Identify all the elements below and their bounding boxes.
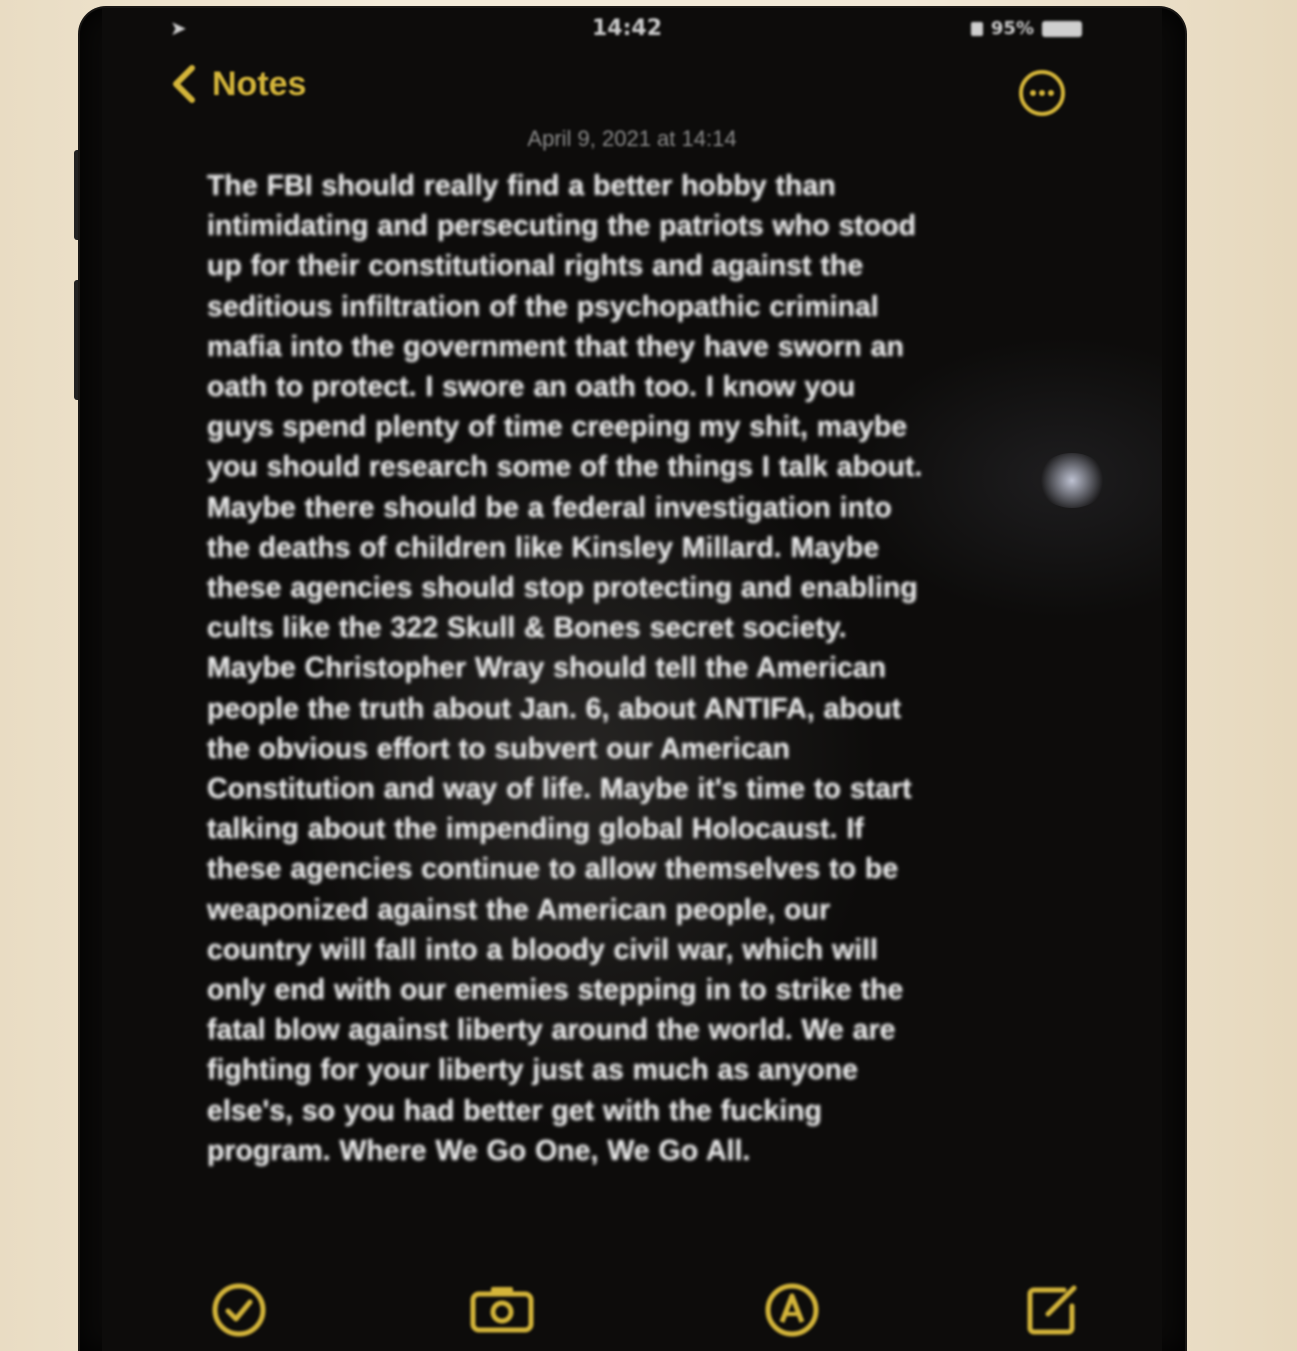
note-line: people the truth about Jan. 6, about ANT… [207,692,902,725]
note-line: fatal blow against liberty around the wo… [207,1014,896,1047]
note-date: April 9, 2021 at 14:14 [527,126,737,151]
phone-screen: ➤ 14:42 95% Notes April 9, 2021 at 14:14… [102,8,1162,1351]
back-label: Notes [212,64,307,103]
note-line: these agencies continue to allow themsel… [207,853,899,886]
note-line: weaponized against the American people, … [207,893,831,926]
camera-icon[interactable] [467,1278,537,1342]
status-right-group: 95% [970,18,1082,39]
note-line: fighting for your liberty just as much a… [207,1054,858,1087]
checklist-icon[interactable] [207,1278,271,1342]
navigation-bar: Notes [102,60,1162,120]
ellipsis-circle-icon[interactable] [1017,68,1067,118]
phone-frame: ➤ 14:42 95% Notes April 9, 2021 at 14:14… [80,8,1185,1351]
compose-icon[interactable] [1020,1278,1084,1342]
back-button[interactable]: Notes [170,64,306,104]
status-time: 14:42 [592,16,663,41]
note-line: the deaths of children like Kinsley Mill… [207,531,880,564]
note-line: up for their constitutional rights and a… [207,250,864,283]
note-line: intimidating and persecuting the patriot… [207,210,917,243]
note-line: talking about the impending global Holoc… [207,813,864,846]
status-bar: ➤ 14:42 95% [102,14,1162,48]
note-line: Maybe Christopher Wray should tell the A… [207,652,887,685]
battery-icon [1042,20,1082,37]
orientation-lock-icon [970,21,983,36]
note-line: oath to protect. I swore an oath too. I … [207,371,856,404]
note-line: seditious infiltration of the psychopath… [207,290,879,323]
note-line: Constitution and way of life. Maybe it's… [207,773,912,806]
note-line: only end with our enemies stepping in to… [207,974,904,1007]
note-line: Maybe there should be a federal investig… [207,491,892,524]
note-body[interactable]: The FBI should really find a better hobb… [207,166,1067,1171]
markup-pen-icon[interactable] [760,1278,824,1342]
bottom-toolbar [102,1278,1162,1348]
note-line: cults like the 322 Skull & Bones secret … [207,612,847,645]
note-line: else's, so you had better get with the f… [207,1094,822,1127]
note-line: mafia into the government that they have… [207,330,904,363]
note-line: guys spend plenty of time creeping my sh… [207,411,908,444]
note-line: these agencies should stop protecting an… [207,572,918,605]
note-line: country will fall into a bloody civil wa… [207,933,878,966]
screen-glare [1037,453,1107,508]
note-line: program. Where We Go One, We Go All. [207,1134,751,1167]
battery-percent: 95% [990,18,1034,39]
note-line: The FBI should really find a better hobb… [207,170,836,202]
chevron-left-icon [173,65,195,103]
note-line: you should research some of the things I… [207,451,923,484]
location-arrow-icon: ➤ [170,16,187,40]
note-line: the obvious effort to subvert our Americ… [207,732,790,765]
